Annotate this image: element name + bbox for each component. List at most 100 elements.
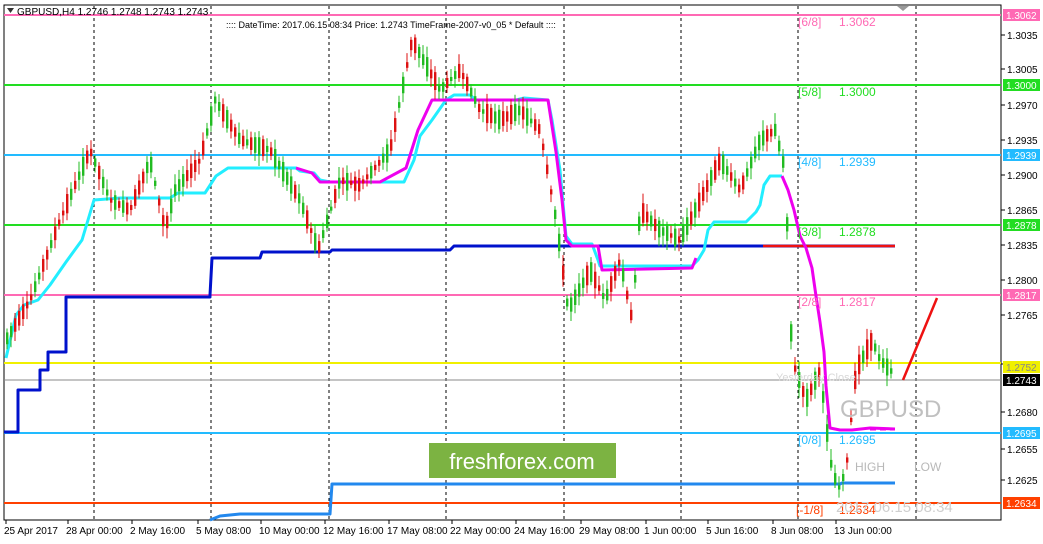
- candle-body: [162, 215, 165, 227]
- candle-body: [74, 180, 77, 190]
- candle-body: [82, 156, 85, 176]
- candle-body: [98, 165, 101, 180]
- candle-body: [114, 195, 117, 210]
- candle-body: [222, 104, 225, 122]
- candle-body: [530, 118, 533, 124]
- candle-body: [514, 103, 517, 122]
- candle-body: [150, 156, 153, 173]
- candle-body: [274, 148, 277, 168]
- candle-body: [870, 333, 873, 351]
- candle-body: [586, 265, 589, 286]
- price-tick-label: 1.3035: [1007, 31, 1038, 42]
- candle-body: [594, 271, 597, 289]
- candle-body: [666, 226, 669, 241]
- candle-body: [838, 485, 841, 490]
- candle-body: [174, 184, 177, 196]
- candle-body: [414, 37, 417, 54]
- candle-body: [794, 365, 797, 372]
- candle-body: [214, 96, 217, 104]
- candle-body: [526, 108, 529, 126]
- candle-body: [102, 176, 105, 189]
- candle-body: [450, 76, 453, 82]
- candle-body: [314, 233, 317, 251]
- candle-body: [834, 473, 837, 485]
- candle-body: [662, 227, 665, 236]
- candle-body: [806, 388, 809, 407]
- candle-body: [546, 164, 549, 175]
- candle-body: [206, 128, 209, 136]
- symbol-info: GBPUSD,H4 1.2746 1.2748 1.2743 1.2743: [17, 7, 209, 18]
- candle-body: [398, 102, 401, 108]
- candle-body: [238, 132, 241, 145]
- candle-body: [182, 174, 185, 187]
- candle-body: [622, 268, 625, 282]
- candle-body: [694, 202, 697, 218]
- price-chart[interactable]: GBPUSD,H4 1.2746 1.2748 1.2743 1.2743 ::…: [0, 0, 1043, 544]
- murrey-value: 1.3000: [839, 85, 876, 99]
- price-badge-label: 1.3000: [1006, 81, 1037, 92]
- candle-body: [862, 350, 865, 364]
- candle-body: [458, 63, 461, 79]
- candle-body: [246, 139, 249, 146]
- candle-body: [130, 204, 133, 211]
- candle-body: [474, 96, 477, 104]
- murrey-tag: [3/8]: [798, 225, 821, 239]
- candle-body: [874, 343, 877, 352]
- candle-body: [390, 139, 393, 151]
- candle-body: [310, 228, 313, 233]
- candle-body: [582, 277, 585, 288]
- indicator-header-text: :::: DateTime: 2017.06.15 08:34 Price: 1…: [226, 20, 556, 30]
- candle-body: [402, 76, 405, 94]
- murrey-tag: [0/8]: [798, 433, 821, 447]
- candle-body: [42, 258, 45, 272]
- candle-body: [754, 146, 757, 159]
- candle-body: [562, 265, 565, 280]
- time-axis-label: 17 May 08:00: [387, 526, 448, 537]
- price-tick-label: 1.2800: [1007, 276, 1038, 287]
- candle-body: [210, 106, 213, 126]
- candle-body: [146, 161, 149, 174]
- candle-body: [714, 160, 717, 180]
- candle-body: [614, 265, 617, 281]
- candle-body: [438, 84, 441, 92]
- candle-body: [490, 107, 493, 124]
- murrey-value: 1.2817: [839, 295, 876, 309]
- candle-body: [258, 137, 261, 156]
- candle-body: [766, 129, 769, 142]
- candle-body: [650, 215, 653, 227]
- candle-body: [750, 156, 753, 169]
- candle-body: [802, 385, 805, 397]
- price-tick-label: 1.2900: [1007, 171, 1038, 182]
- price-axis-ticks: 1.3035 1.3005 1.2970 1.2935 1.2900 1.2865 1.28…: [1001, 31, 1038, 487]
- price-tick-label: 1.2970: [1007, 101, 1038, 112]
- time-axis-label: 8 Jun 08:00: [771, 526, 824, 537]
- candle-body: [542, 143, 545, 151]
- candle-body: [218, 101, 221, 111]
- candle-body: [670, 233, 673, 238]
- candle-body: [890, 368, 893, 374]
- candle-body: [14, 318, 17, 332]
- candle-body: [262, 139, 265, 157]
- candle-body: [70, 188, 73, 200]
- candle-body: [350, 180, 353, 185]
- time-axis-label: 28 Apr 00:00: [66, 526, 123, 537]
- candle-body: [810, 383, 813, 395]
- candle-body: [178, 179, 181, 192]
- candle-body: [534, 119, 537, 131]
- candle-body: [78, 171, 81, 180]
- candle-body: [598, 285, 601, 291]
- candle-body: [302, 202, 305, 214]
- price-badge-label: 1.2743: [1006, 376, 1037, 387]
- candle-body: [266, 145, 269, 153]
- candle-body: [250, 137, 253, 150]
- candle-body: [866, 339, 869, 360]
- candle-body: [642, 203, 645, 223]
- candle-body: [878, 354, 881, 361]
- candle-body: [26, 301, 29, 309]
- candle-body: [494, 111, 497, 124]
- candle-body: [658, 220, 661, 238]
- candle-body: [722, 154, 725, 175]
- candle-body: [198, 158, 201, 164]
- candle-body: [638, 216, 641, 232]
- candle-body: [242, 135, 245, 147]
